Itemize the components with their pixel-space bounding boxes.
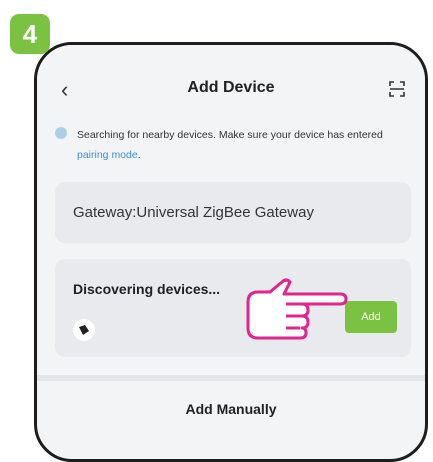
gateway-label: Gateway:Universal ZigBee Gateway	[73, 204, 314, 221]
add-button[interactable]: Add	[345, 301, 397, 333]
scan-icon[interactable]	[389, 81, 405, 97]
top-bar: ‹ Add Device	[37, 45, 425, 115]
pairing-mode-link[interactable]: pairing mode	[77, 149, 138, 161]
sensor-icon	[73, 319, 95, 341]
discovery-card: Discovering devices... Add	[55, 259, 411, 357]
info-icon	[55, 127, 67, 139]
step-badge: 4	[10, 14, 50, 54]
discovering-heading: Discovering devices...	[73, 281, 221, 297]
gateway-card[interactable]: Gateway:Universal ZigBee Gateway	[55, 182, 411, 243]
add-manually-button[interactable]: Add Manually	[37, 401, 425, 417]
search-info-text: Searching for nearby devices. Make sure …	[77, 129, 383, 161]
pointing-hand-icon	[246, 278, 348, 340]
footer-divider	[37, 375, 425, 381]
phone-screen: ‹ Add Device Searching for nearby device…	[34, 42, 428, 462]
step-number: 4	[22, 18, 38, 49]
page-title: Add Device	[187, 79, 275, 96]
